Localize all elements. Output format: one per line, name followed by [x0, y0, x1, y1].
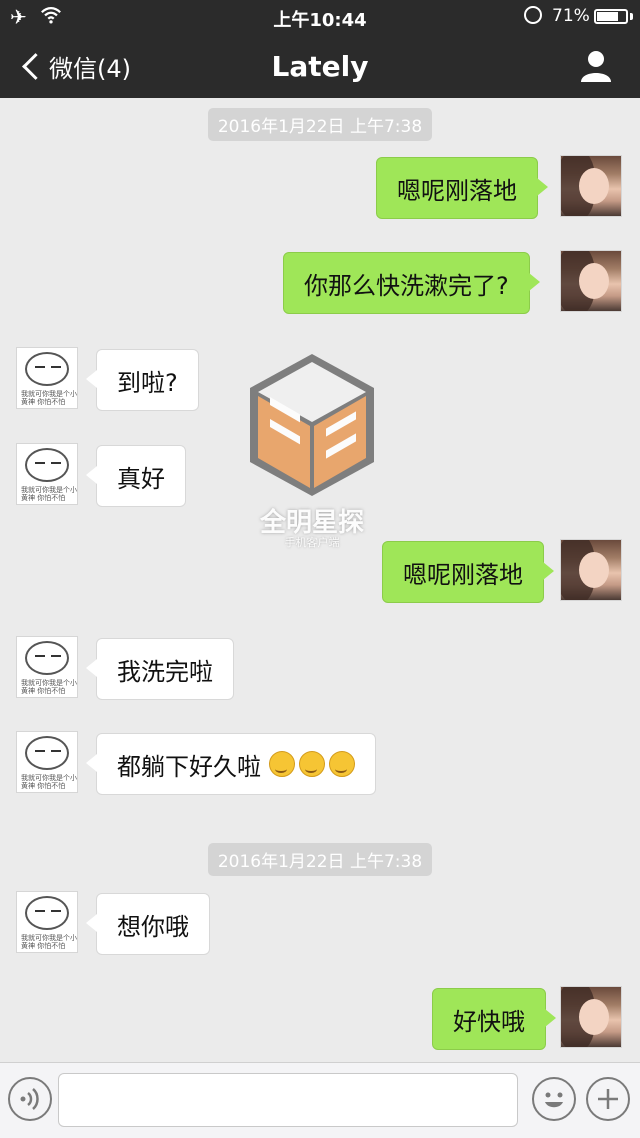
cube-logo-icon — [250, 354, 374, 496]
message-text: 真好 — [117, 464, 165, 493]
avatar-caption: 我就可你我是个小黄神 你怕不怕 — [21, 486, 77, 502]
contact-avatar[interactable]: 我就可你我是个小黄神 你怕不怕 — [16, 731, 78, 793]
message-bubble-received[interactable]: 我洗完啦 — [86, 638, 234, 700]
battery-icon — [594, 9, 628, 24]
message-bubble-sent[interactable]: 你那么快洗漱完了? — [283, 252, 540, 314]
message-bubble-received[interactable]: 想你哦 — [86, 893, 210, 955]
status-time: 上午10:44 — [273, 10, 367, 31]
message-text: 我洗完啦 — [117, 657, 213, 686]
thinking-emoji-icon — [269, 751, 295, 777]
input-bar — [0, 1062, 640, 1138]
timestamp: 2016年1月22日 上午7:38 — [0, 843, 640, 876]
battery-percent: 71% — [552, 6, 590, 26]
my-avatar[interactable] — [560, 539, 622, 601]
plus-icon[interactable] — [586, 1077, 630, 1121]
battery-tip — [630, 13, 633, 20]
message-text: 想你哦 — [117, 912, 189, 941]
my-avatar[interactable] — [560, 250, 622, 312]
user-icon[interactable] — [576, 48, 616, 84]
emoji-group — [265, 751, 355, 777]
timestamp-label: 2016年1月22日 上午7:38 — [207, 843, 433, 876]
message-text: 都躺下好久啦 — [117, 752, 261, 781]
thinking-emoji-icon — [299, 751, 325, 777]
message-bubble-sent[interactable]: 嗯呢刚落地 — [382, 541, 554, 603]
message-bubble-received[interactable]: 到啦? — [86, 349, 199, 411]
chat-title: Lately — [271, 50, 369, 83]
message-bubble-received[interactable]: 真好 — [86, 445, 186, 507]
avatar-caption: 我就可你我是个小黄神 你怕不怕 — [21, 679, 77, 695]
contact-avatar[interactable]: 我就可你我是个小黄神 你怕不怕 — [16, 443, 78, 505]
timestamp-label: 2016年1月22日 上午7:38 — [207, 108, 433, 141]
message-text: 到啦? — [117, 368, 178, 397]
contact-avatar[interactable]: 我就可你我是个小黄神 你怕不怕 — [16, 347, 78, 409]
message-text: 好快哦 — [453, 1007, 525, 1036]
my-avatar[interactable] — [560, 986, 622, 1048]
avatar-caption: 我就可你我是个小黄神 你怕不怕 — [21, 934, 77, 950]
watermark-logo: 全明星探 手机客户端 — [244, 350, 380, 550]
message-input[interactable] — [58, 1073, 518, 1127]
message-text: 嗯呢刚落地 — [403, 560, 523, 589]
message-bubble-sent[interactable]: 好快哦 — [432, 988, 556, 1050]
message-text: 嗯呢刚落地 — [397, 176, 517, 205]
contact-avatar[interactable]: 我就可你我是个小黄神 你怕不怕 — [16, 636, 78, 698]
contact-avatar[interactable]: 我就可你我是个小黄神 你怕不怕 — [16, 891, 78, 953]
rotation-lock-icon — [524, 6, 542, 24]
avatar-caption: 我就可你我是个小黄神 你怕不怕 — [21, 774, 77, 790]
watermark-subtitle: 手机客户端 — [284, 536, 340, 549]
voice-icon[interactable] — [8, 1077, 52, 1121]
my-avatar[interactable] — [560, 155, 622, 217]
nav-bar: 微信(4) Lately — [0, 34, 640, 98]
avatar-caption: 我就可你我是个小黄神 你怕不怕 — [21, 390, 77, 406]
message-bubble-received[interactable]: 都躺下好久啦 — [86, 733, 376, 795]
emoji-icon[interactable] — [532, 1077, 576, 1121]
status-bar: ✈ 上午10:44 71% — [0, 0, 640, 34]
thinking-emoji-icon — [329, 751, 355, 777]
message-bubble-sent[interactable]: 嗯呢刚落地 — [376, 157, 548, 219]
message-text: 你那么快洗漱完了? — [304, 271, 509, 300]
timestamp: 2016年1月22日 上午7:38 — [0, 108, 640, 141]
